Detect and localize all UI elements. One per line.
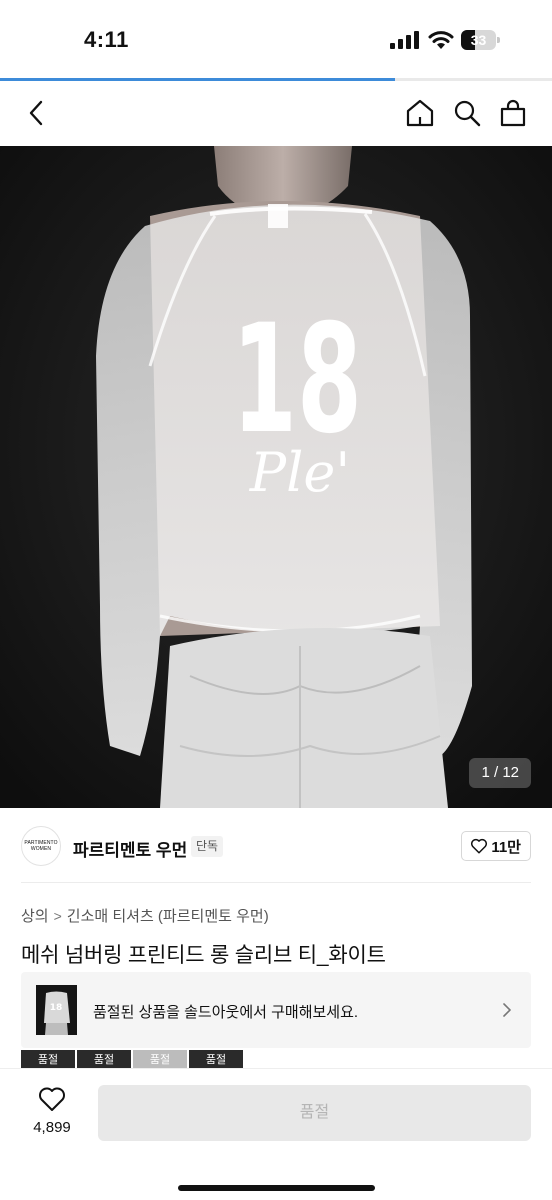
option-thumbnail[interactable]: 품절 bbox=[21, 1050, 75, 1070]
soldout-label: 품절 bbox=[149, 1054, 171, 1066]
option-thumbnail[interactable]: 품절 bbox=[189, 1050, 243, 1070]
soldout-banner[interactable]: 18 품절된 상품을 솔드아웃에서 구매해보세요. bbox=[21, 972, 531, 1048]
breadcrumb-category[interactable]: 상의 bbox=[21, 905, 49, 926]
back-icon[interactable] bbox=[22, 98, 52, 128]
banner-thumbnail: 18 bbox=[36, 985, 77, 1035]
banner-text: 품절된 상품을 솔드아웃에서 구매해보세요. bbox=[93, 1004, 359, 1021]
brand-name[interactable]: 파르티멘토 우먼 bbox=[73, 836, 187, 861]
home-indicator bbox=[178, 1185, 375, 1191]
shirt-script: Ple' bbox=[249, 441, 350, 504]
chevron-right-icon bbox=[503, 1003, 511, 1017]
breadcrumb-subcategory[interactable]: 긴소매 티셔츠 (파르티멘토 우먼) bbox=[67, 905, 269, 926]
wishlist-count: 4,899 bbox=[33, 1119, 71, 1136]
soldout-purchase-button[interactable]: 품절 bbox=[98, 1085, 531, 1141]
brand-logo-line2: WOMEN bbox=[30, 846, 52, 852]
exclusive-badge: 단독 bbox=[191, 836, 224, 857]
product-title: 메쉬 넘버링 프린티드 롱 슬리브 티_화이트 bbox=[21, 944, 386, 967]
brand-row: PARTIMENTO WOMEN 파르티멘토 우먼 단독 11만 bbox=[21, 826, 531, 866]
search-icon[interactable] bbox=[452, 98, 482, 128]
top-navigation bbox=[0, 86, 552, 140]
status-bar: 4:11 33 bbox=[0, 0, 552, 78]
option-thumbnail[interactable]: 품절 bbox=[77, 1050, 131, 1070]
image-counter: 1 / 12 bbox=[469, 758, 531, 788]
product-image-gallery[interactable]: 18 Ple' 1 / 12 bbox=[0, 146, 552, 808]
svg-text:18: 18 bbox=[50, 1003, 63, 1013]
page-load-progress-fill bbox=[0, 78, 395, 81]
battery-icon: 33 bbox=[461, 30, 501, 50]
option-thumbnails: 품절 품절 품절 품절 bbox=[21, 1050, 243, 1070]
battery-level-text: 33 bbox=[470, 32, 487, 48]
home-icon[interactable] bbox=[405, 98, 435, 128]
page-load-progress bbox=[0, 78, 552, 81]
divider bbox=[21, 882, 531, 883]
soldout-label: 품절 bbox=[93, 1054, 115, 1066]
cellular-signal-icon bbox=[390, 31, 419, 49]
breadcrumb: 상의 > 긴소매 티셔츠 (파르티멘토 우먼) bbox=[21, 905, 269, 926]
bottom-action-bar: 4,899 품절 bbox=[0, 1068, 552, 1200]
heart-icon bbox=[471, 838, 488, 854]
chevron-right-icon: > bbox=[53, 907, 62, 924]
brand-like-count: 11만 bbox=[491, 838, 521, 856]
status-time: 4:11 bbox=[84, 27, 129, 52]
brand-like-button[interactable]: 11만 bbox=[461, 831, 531, 861]
soldout-label: 품절 bbox=[205, 1054, 227, 1066]
wifi-icon bbox=[428, 31, 454, 49]
wishlist-button[interactable]: 4,899 bbox=[22, 1086, 82, 1136]
product-photo: 18 Ple' bbox=[0, 146, 552, 808]
option-thumbnail[interactable]: 품절 bbox=[133, 1050, 187, 1070]
brand-logo[interactable]: PARTIMENTO WOMEN bbox=[21, 826, 61, 866]
heart-icon bbox=[39, 1087, 65, 1111]
soldout-label: 품절 bbox=[37, 1054, 59, 1066]
bag-icon[interactable] bbox=[498, 98, 528, 128]
